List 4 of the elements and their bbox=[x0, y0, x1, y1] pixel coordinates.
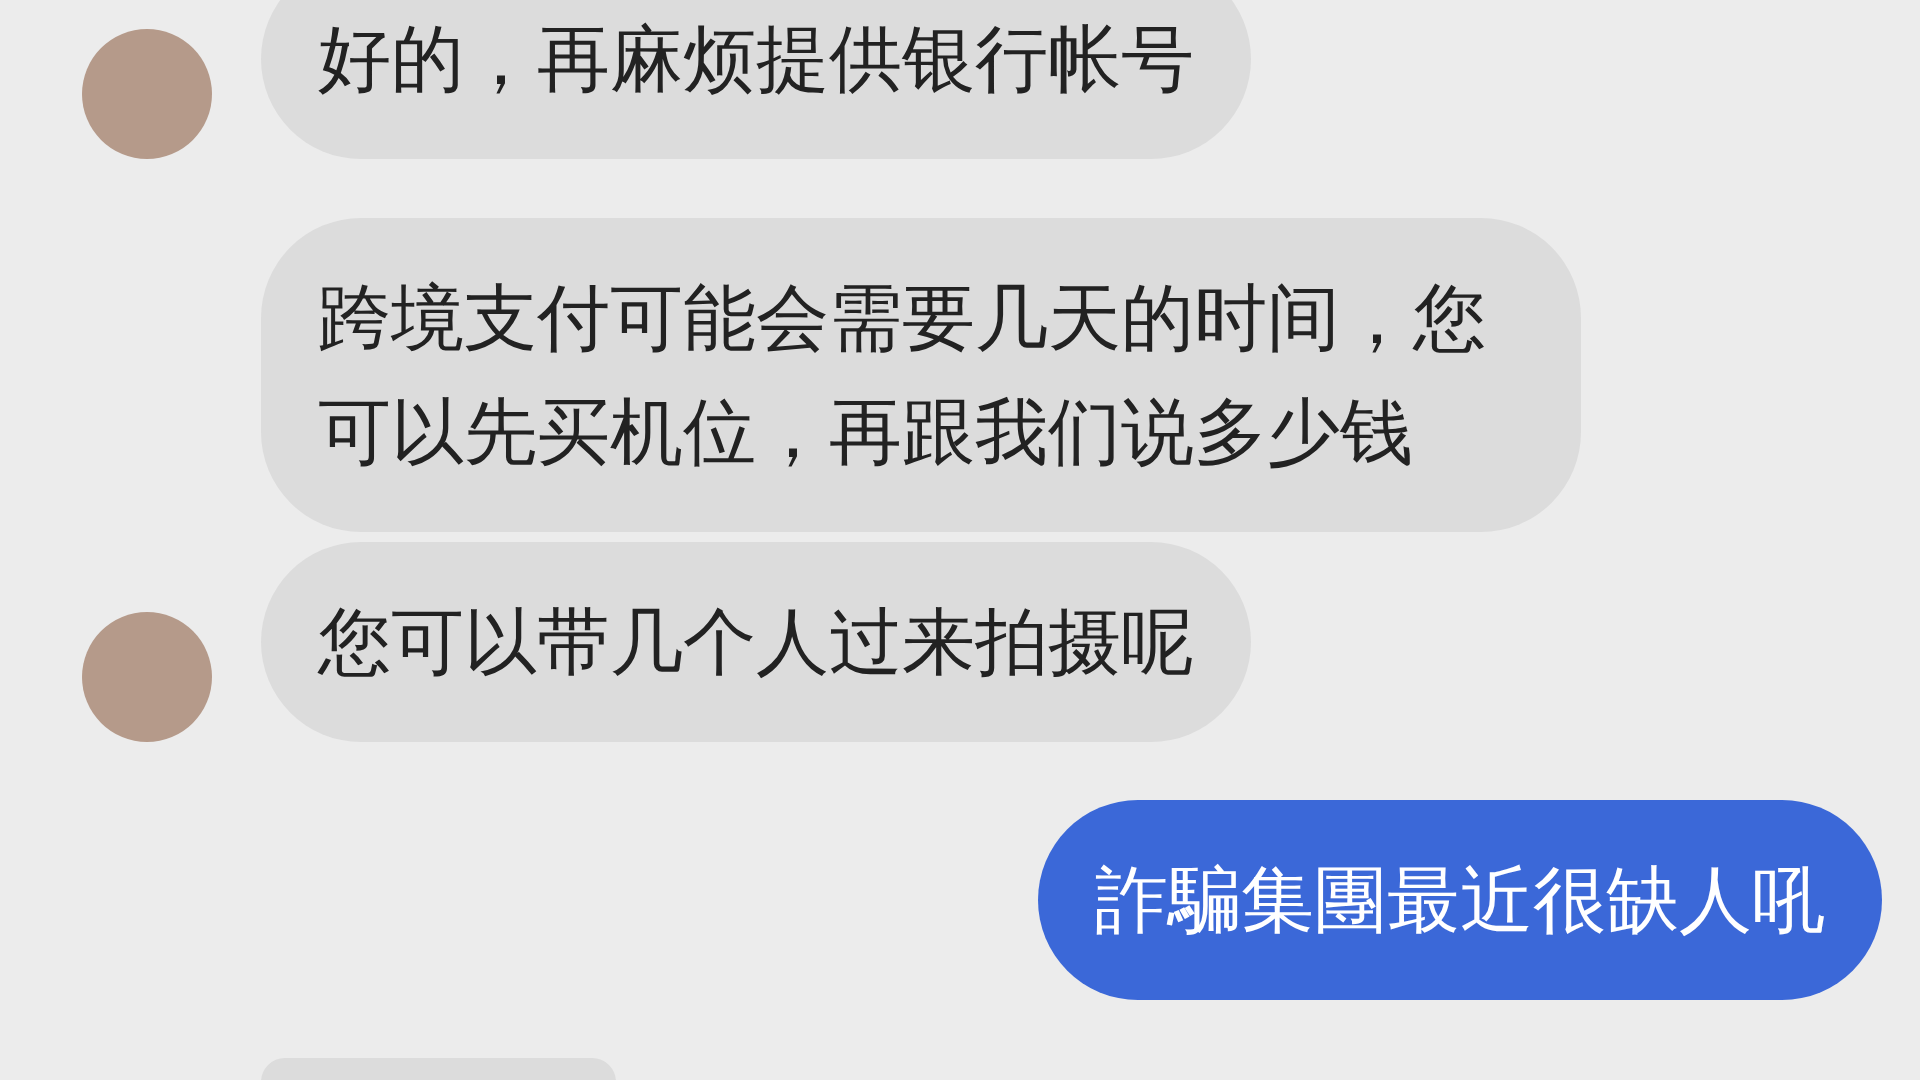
message-bubble: 詐騙集團最近很缺人吼 bbox=[1038, 800, 1882, 1000]
message-bubble: 好的，再麻烦提供银行帐号 bbox=[261, 0, 1251, 159]
message-bubble: 您可以带几个人过来拍摄呢 bbox=[261, 542, 1251, 742]
message-bubble: 跨境支付可能会需要几天的时间，您可以先买机位，再跟我们说多少钱 bbox=[261, 218, 1581, 532]
